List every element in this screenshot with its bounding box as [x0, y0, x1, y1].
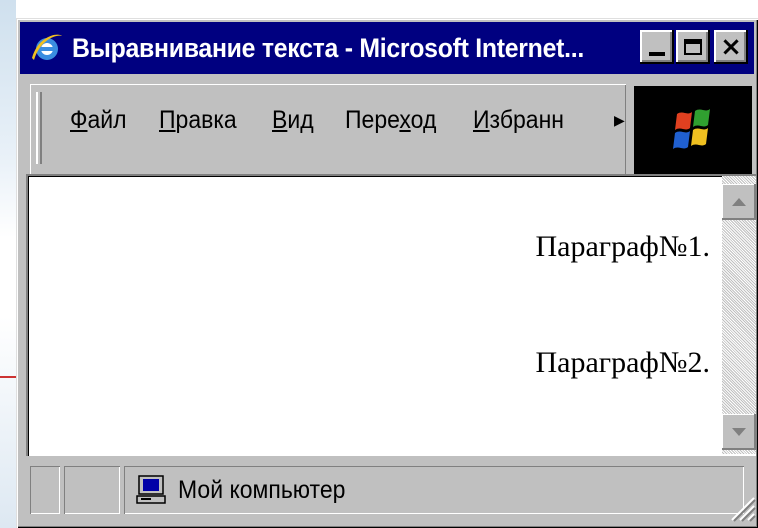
background-edge [0, 0, 16, 528]
windows-flag-icon [673, 109, 710, 149]
close-button[interactable]: × [714, 30, 748, 64]
status-pane-2 [64, 466, 120, 514]
page-content[interactable]: Параграф№1. Параграф№2. [26, 174, 756, 456]
menu-go[interactable]: Переход [345, 106, 436, 135]
status-bar: Мой компьютер [26, 460, 756, 522]
my-computer-icon [136, 475, 166, 504]
arrow-up-icon [732, 198, 746, 206]
maximize-icon [684, 39, 702, 55]
windows-logo-icon [634, 86, 752, 174]
minimize-button[interactable] [640, 30, 674, 64]
status-zone-label: Мой компьютер [178, 475, 346, 504]
paragraph-1: Параграф№1. [535, 230, 710, 263]
menu-file[interactable]: Файл [70, 106, 127, 135]
browser-window: Выравнивание текста - Microsoft Internet… [16, 18, 758, 528]
menu-items: Файл Правка Вид Переход Избранн [70, 106, 571, 135]
title-bar[interactable]: Выравнивание текста - Microsoft Internet… [20, 22, 754, 74]
menu-favorites[interactable]: Избранн [473, 106, 564, 135]
status-zone-pane: Мой компьютер [124, 466, 744, 514]
resize-grip-icon[interactable] [726, 492, 756, 522]
toolbar-grip[interactable] [36, 92, 42, 164]
scroll-up-button[interactable] [722, 184, 756, 220]
arrow-down-icon [732, 428, 746, 436]
maximize-button[interactable] [676, 30, 710, 64]
menu-edit[interactable]: Правка [159, 106, 237, 135]
vertical-scrollbar[interactable] [722, 176, 756, 454]
chevron-right-icon[interactable]: ▶ [614, 112, 625, 129]
menu-bar: Файл Правка Вид Переход Избранн ▶ [30, 84, 752, 180]
menu-view[interactable]: Вид [272, 106, 314, 135]
internet-explorer-icon [28, 30, 64, 66]
close-icon: × [720, 32, 742, 62]
window-title: Выравнивание текста - Microsoft Internet… [72, 32, 584, 63]
scroll-down-button[interactable] [722, 414, 756, 450]
status-pane-1 [30, 466, 60, 514]
menu-strip: Файл Правка Вид Переход Избранн ▶ [30, 84, 626, 176]
paragraph-2: Параграф№2. [535, 346, 710, 379]
minimize-icon [649, 52, 665, 56]
